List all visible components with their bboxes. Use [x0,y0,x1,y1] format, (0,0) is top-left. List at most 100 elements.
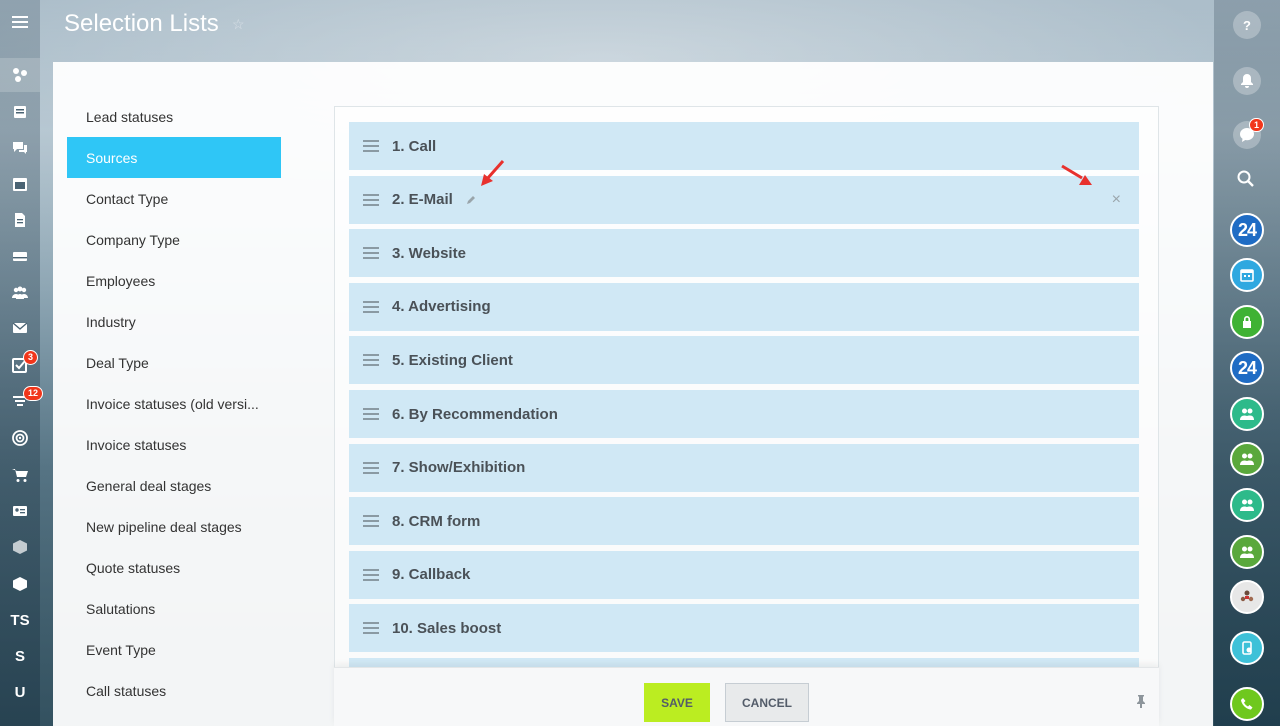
messages-icon[interactable]: 1 [1233,118,1264,149]
support-icon[interactable] [1230,631,1264,665]
sidebar-item-ts[interactable]: TS [0,603,40,637]
cancel-button[interactable]: CANCEL [725,683,809,722]
list-item[interactable]: 8. CRM form [349,497,1139,546]
list-item-label: 4. Advertising [392,298,491,316]
sidebar-item-groups[interactable] [0,276,40,310]
sidebar-item-s[interactable]: S [0,639,40,673]
sidebar-item-u[interactable]: U [0,675,40,709]
id-card-icon [11,502,29,520]
list-item-label: 6. By Recommendation [392,405,558,423]
sidebar-item-mail[interactable] [0,311,40,345]
chat-icon [11,139,29,157]
drag-handle-icon[interactable] [363,140,379,152]
sidebar-item-documents[interactable] [0,203,40,237]
drag-handle-icon[interactable] [363,461,379,474]
sidebar-item-apps[interactable] [0,567,40,601]
pin-icon[interactable] [1135,694,1147,708]
group-chat-icon[interactable] [1230,535,1264,569]
list-item[interactable]: 6. By Recommendation [349,390,1139,438]
selection-lists-menu: Lead statuses Sources Contact Type Company … [67,96,307,711]
annotation-arrow [1061,164,1092,185]
calendar-icon [11,175,29,193]
menu-item[interactable]: General deal stages [67,465,307,506]
sidebar-item-chats[interactable] [0,131,40,165]
list-item[interactable]: 5. Existing Client [349,336,1139,385]
drag-handle-icon[interactable] [363,568,379,581]
sidebar-item-drive[interactable] [0,239,40,273]
menu-item[interactable]: Employees [67,260,307,301]
list-item[interactable]: 2. E-Mail × [349,175,1139,224]
count-badge: 3 [23,350,39,365]
search-icon[interactable] [1236,169,1256,194]
list-item[interactable]: 7. Show/Exhibition [349,443,1139,492]
menu-item[interactable]: Call statuses [67,670,307,711]
save-button[interactable]: SAVE [644,683,710,722]
network-icon[interactable]: 24 [1230,351,1264,385]
drag-handle-icon[interactable] [363,300,379,313]
star-icon[interactable]: ☆ [232,16,245,33]
molecule-icon [11,66,29,84]
list-item[interactable]: 3. Website [349,229,1139,278]
list-item[interactable]: 1. Call [349,122,1139,170]
sidebar-item-activity-stream[interactable] [0,58,40,92]
close-icon[interactable]: × [1112,191,1121,209]
sidebar-item-feed[interactable] [0,95,40,129]
cube-icon [11,575,29,593]
list-item-label: 3. Website [392,244,466,262]
menu-item[interactable]: Company Type [67,219,307,260]
sidebar-item-store[interactable] [0,458,40,492]
drag-handle-icon[interactable] [363,247,379,260]
menu-item[interactable]: New pipeline deal stages [67,506,307,547]
avatar[interactable] [1230,580,1264,614]
lock-icon[interactable] [1230,305,1264,339]
menu-item[interactable]: Industry [67,301,307,342]
drag-handle-icon[interactable] [363,622,379,635]
menu-item[interactable]: Deal Type [67,342,307,383]
menu-item[interactable]: Event Type [67,629,307,670]
bell-icon[interactable] [1233,67,1261,95]
menu-item[interactable]: Invoice statuses [67,424,307,465]
list-item-label: 2. E-Mail [392,191,453,209]
drag-handle-icon[interactable] [363,193,379,206]
mail-icon [11,319,29,337]
document-icon [11,211,29,229]
list-item[interactable]: 4. Advertising [349,282,1139,331]
list-container: 1. Call 2. E-Mail × 3. Website 4. Advertisin… [334,106,1159,726]
menu-icon[interactable] [0,5,40,39]
drive-icon [11,247,29,265]
question-icon[interactable]: ? [1233,11,1261,39]
sidebar-item-tasks[interactable]: 3 [0,348,40,382]
calendar-icon[interactable] [1230,258,1264,292]
sidebar-item-label: TS [10,611,30,629]
group-chat-icon[interactable] [1230,397,1264,431]
group-chat-icon[interactable] [1230,442,1264,476]
menu-item[interactable]: Invoice statuses (old versi... [67,383,307,424]
menu-item[interactable]: Contact Type [67,178,307,219]
list-item[interactable]: 9. Callback [349,550,1139,599]
group-chat-icon[interactable] [1230,488,1264,522]
left-sidebar: 3 12 TS S U [0,0,44,726]
menu-item[interactable]: Salutations [67,588,307,629]
list-item-label: 5. Existing Client [392,351,513,369]
sidebar-item-marketing[interactable] [0,421,40,455]
drag-handle-icon[interactable] [363,354,379,367]
sidebar-item-calendar[interactable] [0,167,40,201]
target-icon [11,429,29,447]
list-item-label: 10. Sales boost [392,619,502,637]
sidebar-item-inventory[interactable] [0,530,40,564]
annotation-arrow [481,160,505,186]
menu-item[interactable]: Quote statuses [67,547,307,588]
sidebar-item-contacts[interactable] [0,494,40,528]
open-lines-icon[interactable]: 24 [1230,213,1264,247]
pencil-icon[interactable] [465,194,477,206]
drag-handle-icon[interactable] [363,515,379,528]
menu-item[interactable]: Sources [67,137,281,178]
sidebar-item-crm[interactable]: 12 [0,384,44,418]
sidebar-item-label: S [14,647,25,665]
list-icon [11,103,29,121]
main-panel: Lead statuses Sources Contact Type Company … [53,62,1213,726]
list-item[interactable]: 10. Sales boost [349,604,1139,653]
drag-handle-icon[interactable] [363,408,379,420]
menu-item[interactable]: Lead statuses [67,96,307,137]
phone-icon[interactable] [1230,687,1264,721]
